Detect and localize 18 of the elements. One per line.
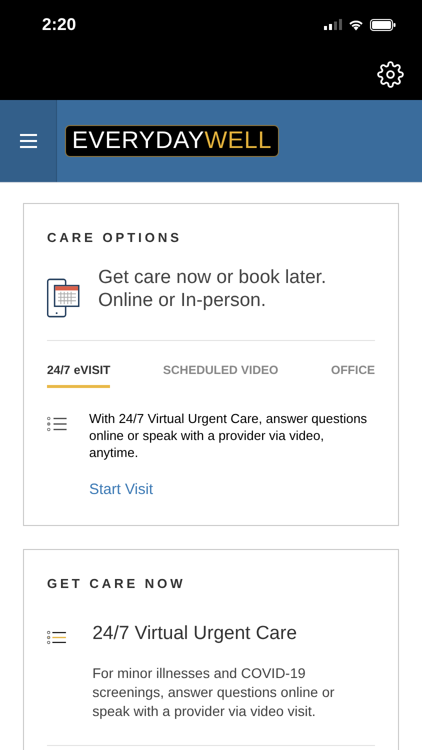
signal-icon xyxy=(324,19,342,30)
status-time: 2:20 xyxy=(42,14,76,36)
description: For minor illnesses and COVID-19 screenings, answer questions online or speak with a provider via video visit. xyxy=(92,664,336,721)
card-title: CARE OPTIONS xyxy=(47,229,183,247)
wifi-icon xyxy=(348,18,364,31)
tab[interactable]: OFFICE xyxy=(330,360,375,388)
settings-icon[interactable] xyxy=(377,61,404,88)
start-visit-link[interactable]: Start Visit xyxy=(89,478,154,501)
description: With 24/7 Virtual Urgent Care, answer questions online or speak with a provider via video, anytime. xyxy=(89,410,368,460)
tab[interactable]: 24/7 eVISIT xyxy=(47,360,110,388)
logo: EVERYDAYWELL xyxy=(65,125,279,157)
tab[interactable]: SCHEDULED VIDEO xyxy=(163,360,278,388)
menu-icon xyxy=(20,134,36,148)
headline: Get care now or book later. Online or In-person. xyxy=(98,266,328,312)
menu-button[interactable] xyxy=(0,100,57,182)
battery-icon xyxy=(370,18,396,31)
heading: 24/7 Virtual Urgent Care xyxy=(92,622,298,646)
card-title: GET CARE NOW xyxy=(47,575,187,593)
